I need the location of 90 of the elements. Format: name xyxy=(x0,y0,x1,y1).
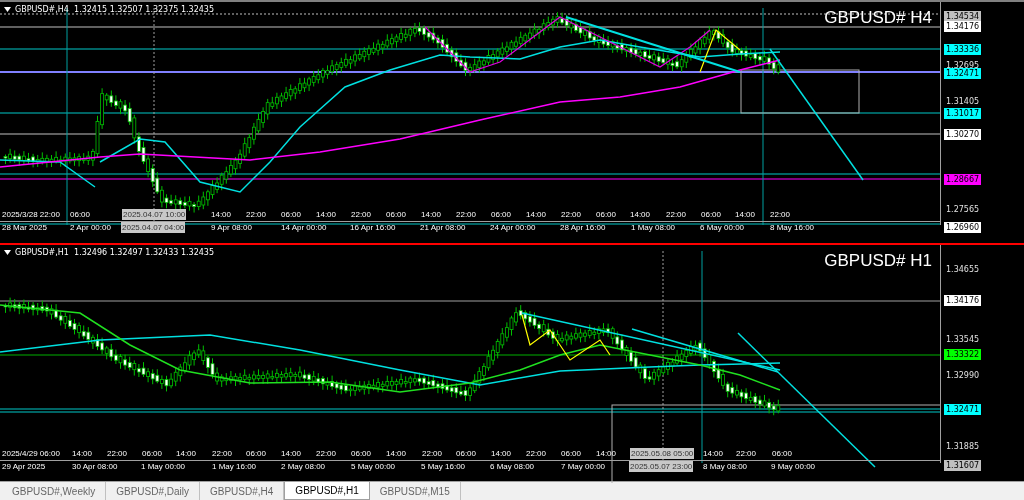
date-label: 7 May 00:00 xyxy=(561,461,606,472)
price-label: 1.32471 xyxy=(944,68,982,79)
time-label: 06:00 xyxy=(142,448,163,459)
price-label: 1.32471 xyxy=(944,404,982,415)
time-label: 14:00 xyxy=(596,448,617,459)
price-label: 1.27565 xyxy=(945,204,981,215)
price-label: 1.28667 xyxy=(944,174,982,185)
time-label: 14:00 xyxy=(735,209,756,220)
date-label: 5 May 00:00 xyxy=(351,461,396,472)
time-label: 2025/3/28 22:00 xyxy=(2,209,60,220)
time-label: 06:00 xyxy=(701,209,722,220)
time-label: 14:00 xyxy=(281,448,302,459)
price-label: 1.31405 xyxy=(945,96,981,107)
date-label: 9 May 00:00 xyxy=(771,461,816,472)
time-label: 14:00 xyxy=(703,448,724,459)
date-label: 28 Mar 2025 xyxy=(2,222,47,233)
time-label: 14:00 xyxy=(176,448,197,459)
time-label: 22:00 xyxy=(526,448,547,459)
date-label: 9 Apr 08:00 xyxy=(211,222,252,233)
time-label: 06:00 xyxy=(386,209,407,220)
date-label: 8 May 16:00 xyxy=(770,222,815,233)
date-label: 6 May 08:00 xyxy=(490,461,535,472)
chart-title: GBPUSD# H1 xyxy=(824,251,932,271)
time-label: 14:00 xyxy=(72,448,93,459)
date-label: 28 Apr 16:00 xyxy=(560,222,606,233)
chart-title: GBPUSD# H4 xyxy=(824,8,932,28)
date-label: 6 May 00:00 xyxy=(700,222,745,233)
price-label: 1.32695 xyxy=(945,60,981,70)
time-label: 06:00 xyxy=(491,209,512,220)
time-label: 14:00 xyxy=(211,209,232,220)
time-label: 2025.04.07 10:00 xyxy=(122,209,187,220)
time-label: 2025/4/29 06:00 xyxy=(2,448,60,459)
time-label: 22:00 xyxy=(351,209,372,220)
chart-header: GBPUSD#,H1 1.32496 1.32497 1.32433 1.32435 xyxy=(15,248,214,257)
date-label: 21 Apr 08:00 xyxy=(420,222,466,233)
date-label: 2 Apr 00:00 xyxy=(70,222,111,233)
time-label: 06:00 xyxy=(596,209,617,220)
time-label: 22:00 xyxy=(107,448,128,459)
time-label: 06:00 xyxy=(456,448,477,459)
time-label: 22:00 xyxy=(666,209,687,220)
time-label: 06:00 xyxy=(246,448,267,459)
time-label: 14:00 xyxy=(526,209,547,220)
time-label: 06:00 xyxy=(772,448,793,459)
date-label: 30 Apr 08:00 xyxy=(72,461,118,472)
time-label: 22:00 xyxy=(246,209,267,220)
time-label: 2025.05.08 05:00 xyxy=(630,448,695,459)
time-label: 22:00 xyxy=(770,209,791,220)
time-label: 14:00 xyxy=(316,209,337,220)
chart-tab[interactable]: GBPUSD#,H1 xyxy=(284,482,370,500)
time-label: 14:00 xyxy=(421,209,442,220)
date-label: 8 May 08:00 xyxy=(703,461,748,472)
date-label: 1 May 16:00 xyxy=(212,461,257,472)
date-label: 1 May 00:00 xyxy=(141,461,186,472)
price-label: 1.31017 xyxy=(944,108,982,119)
time-label: 22:00 xyxy=(561,209,582,220)
time-label: 06:00 xyxy=(70,209,91,220)
date-label: 1 May 08:00 xyxy=(631,222,676,233)
date-label: 14 Apr 00:00 xyxy=(281,222,327,233)
price-label: 1.33322 xyxy=(944,349,982,360)
time-label: 22:00 xyxy=(736,448,757,459)
caret-icon[interactable] xyxy=(4,250,11,255)
date-label: 5 May 16:00 xyxy=(421,461,466,472)
price-label: 1.34176 xyxy=(944,21,982,32)
time-label: 06:00 xyxy=(351,448,372,459)
time-label: 22:00 xyxy=(316,448,337,459)
date-label: 24 Apr 00:00 xyxy=(490,222,536,233)
price-label: 1.31885 xyxy=(945,441,981,452)
time-label: 06:00 xyxy=(561,448,582,459)
price-label: 1.30270 xyxy=(944,129,982,140)
time-label: 22:00 xyxy=(212,448,233,459)
time-label: 22:00 xyxy=(422,448,443,459)
time-label: 14:00 xyxy=(386,448,407,459)
price-label: 1.31607 xyxy=(944,460,982,471)
date-label: 2025.04.07 04:00 xyxy=(121,222,186,233)
chart-header: GBPUSD#,H4 1.32415 1.32507 1.32375 1.32435 xyxy=(15,5,214,14)
time-label: 14:00 xyxy=(491,448,512,459)
date-label: 16 Apr 16:00 xyxy=(350,222,396,233)
price-label: 1.33336 xyxy=(944,44,982,55)
time-label: 06:00 xyxy=(281,209,302,220)
price-label: 1.34655 xyxy=(945,264,981,275)
price-label: 1.33545 xyxy=(945,334,981,345)
date-label: 29 Apr 2025 xyxy=(2,461,46,472)
price-label: 1.26960 xyxy=(944,222,982,233)
time-label: 22:00 xyxy=(456,209,477,220)
price-label: 1.32990 xyxy=(945,370,981,381)
price-label: 1.34176 xyxy=(944,295,982,306)
time-label: 14:00 xyxy=(630,209,651,220)
date-label: 2 May 08:00 xyxy=(281,461,326,472)
caret-icon[interactable] xyxy=(4,7,11,12)
date-label: 2025.05.07 23:00 xyxy=(629,461,694,472)
